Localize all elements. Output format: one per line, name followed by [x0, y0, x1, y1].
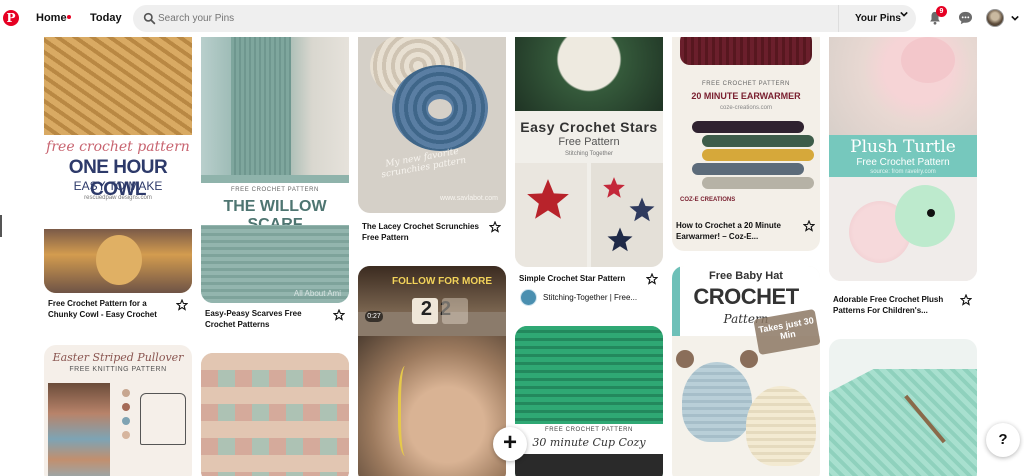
- chevron-down-icon: [900, 11, 908, 17]
- pin-image-text: EASY TO MAKE: [73, 179, 163, 193]
- pin-image-text: Easy Crochet Stars: [520, 119, 658, 135]
- pin-image[interactable]: [201, 353, 349, 476]
- board-avatar[interactable]: [520, 289, 537, 306]
- user-avatar[interactable]: [986, 9, 1004, 27]
- pin-image[interactable]: FREE CROCHET PATTERN 20 MINUTE EARWARMER…: [672, 37, 820, 251]
- pin-image[interactable]: free crochet pattern ONE HOUR COWL EASY …: [44, 37, 192, 293]
- video-duration-badge: 0:27: [365, 311, 383, 322]
- pin-image-text: FREE CROCHET PATTERN: [544, 427, 633, 433]
- save-star-icon[interactable]: [176, 299, 188, 311]
- pin-image-text: Free Baby Hat: [709, 270, 783, 282]
- pin-image-text: FREE CROCHET PATTERN: [230, 187, 319, 193]
- pin-image-text: 30 minute Cup Cozy: [532, 436, 646, 449]
- pin-image-text: FREE KNITTING PATTERN: [69, 366, 167, 373]
- account-chevron-down-icon[interactable]: [1011, 14, 1019, 22]
- home-active-dot-icon: [67, 15, 71, 19]
- pin-caption[interactable]: Simple Crochet Star Pattern: [519, 273, 647, 284]
- pin-image[interactable]: Easter Striped Pullover FREE KNITTING PA…: [44, 345, 192, 476]
- pin-image-text: www.savlabot.com: [440, 195, 498, 202]
- board-name[interactable]: Stitching-Together | Free...: [543, 293, 663, 302]
- pin-image-text: Stitching Together: [565, 151, 613, 157]
- messages-icon[interactable]: [958, 11, 973, 25]
- pin-image[interactable]: [829, 339, 977, 476]
- pin-caption[interactable]: The Lacey Crochet Scrunchies Free Patter…: [362, 221, 490, 243]
- pin-image-text: free crochet pattern: [46, 139, 190, 155]
- pin-image-text: coze-creations.com: [719, 105, 773, 111]
- save-star-icon[interactable]: [489, 221, 501, 233]
- save-star-icon[interactable]: [646, 273, 658, 285]
- pin-image-text: source: from ravelry.com: [870, 169, 936, 175]
- pinterest-logo-icon[interactable]: P: [3, 10, 19, 26]
- pin-caption[interactable]: Adorable Free Crochet Plush Patterns For…: [833, 294, 961, 316]
- pin-image-text: My new favorite scrunchies pattern: [380, 146, 468, 181]
- pin-image[interactable]: Free Baby Hat CROCHET Pattern Takes just…: [672, 266, 820, 476]
- pin-image-text: COZ-E CREATIONS: [680, 197, 736, 203]
- pin-image-text: Free Crochet Pattern: [856, 157, 950, 168]
- search-icon: [143, 12, 156, 25]
- create-pin-button[interactable]: +: [493, 427, 527, 461]
- notification-count-badge: 9: [936, 6, 947, 17]
- pin-image[interactable]: FREE CROCHET PATTERN 30 minute Cup Cozy: [515, 326, 663, 476]
- star-decoration-icon: [629, 197, 655, 222]
- star-decoration-icon: [603, 177, 625, 198]
- pin-image-text: Easter Striped Pullover: [52, 351, 184, 364]
- pin-caption[interactable]: Easy-Peasy Scarves Free Crochet Patterns: [205, 308, 333, 330]
- help-button[interactable]: ?: [986, 423, 1020, 457]
- pin-image-text: FOLLOW FOR MORE: [392, 276, 492, 287]
- pin-image[interactable]: Plush Turtle Free Crochet Pattern source…: [829, 37, 977, 281]
- top-navigation-bar: P Home Today Your Pins 9: [0, 0, 1024, 37]
- pin-image[interactable]: My new favorite scrunchies pattern www.s…: [358, 37, 506, 213]
- pin-caption[interactable]: Free Crochet Pattern for a Chunky Cowl -…: [48, 298, 176, 320]
- pin-image-text: 20 MINUTE EARWARMER: [691, 91, 801, 101]
- star-decoration-icon: [607, 227, 633, 252]
- your-pins-label: Your Pins: [855, 13, 901, 24]
- save-star-icon[interactable]: [960, 294, 972, 306]
- pin-image-text: rescuedpaw designs.com: [84, 195, 152, 201]
- pin-video[interactable]: FOLLOW FOR MORE 22: [358, 266, 506, 476]
- star-decoration-icon: [527, 179, 569, 219]
- pin-image[interactable]: Easy Crochet Stars Free Pattern Stitchin…: [515, 37, 663, 267]
- pin-image[interactable]: FREE CROCHET PATTERN THE WILLOW SCARF Al…: [201, 37, 349, 303]
- nav-today[interactable]: Today: [90, 12, 122, 24]
- nav-home[interactable]: Home: [36, 12, 67, 24]
- search-bar[interactable]: [133, 5, 838, 32]
- pin-image-text: CROCHET: [693, 284, 799, 309]
- pin-image-text: Plush Turtle: [850, 137, 956, 157]
- pin-image-text: Free Pattern: [558, 136, 620, 148]
- save-star-icon[interactable]: [333, 309, 345, 321]
- save-star-icon[interactable]: [803, 220, 815, 232]
- pin-feed: free crochet pattern ONE HOUR COWL EASY …: [0, 37, 1024, 476]
- pin-caption[interactable]: How to Crochet a 20 Minute Earwarmer! – …: [676, 220, 804, 242]
- search-input[interactable]: [158, 10, 758, 27]
- scroll-marker: [0, 215, 2, 237]
- pin-image-text: FREE CROCHET PATTERN: [701, 81, 790, 87]
- pin-image-text: All About Ami: [293, 289, 341, 298]
